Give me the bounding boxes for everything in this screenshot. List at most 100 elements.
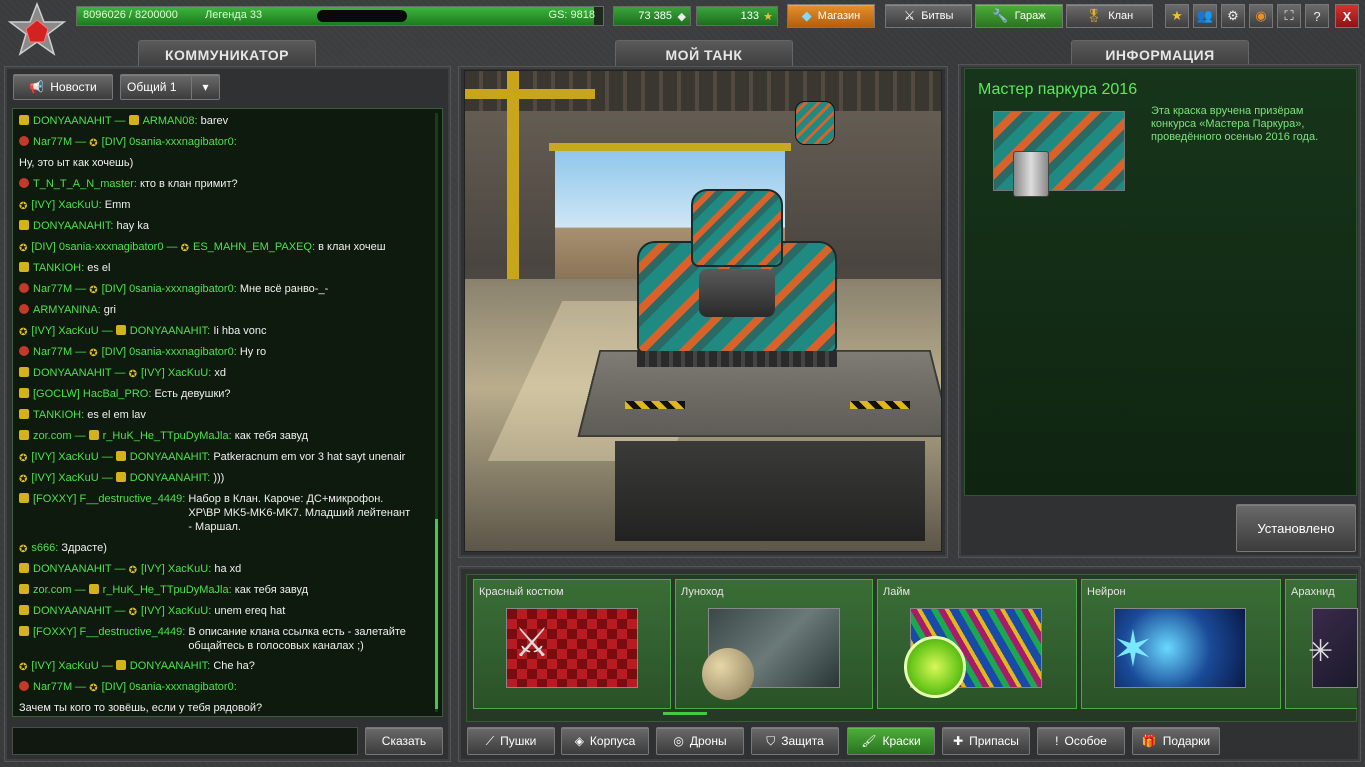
chat-sender[interactable]: [DIV] 0sania-xxxnagibator0 —	[31, 241, 177, 253]
rank-star-icon: ✪	[180, 243, 189, 254]
close-button[interactable]: X	[1335, 4, 1359, 28]
chat-message: TANKIOH: es el em lav	[19, 408, 431, 422]
paint-card-red-suit[interactable]: Красный костюм ⚔	[473, 579, 671, 709]
chat-sender[interactable]: [IVY] XacKuU —	[31, 325, 112, 337]
chat-recipient[interactable]: DONYAANAHIT:	[130, 472, 210, 484]
chat-text: в клан хочеш	[318, 241, 386, 253]
chat-recipient[interactable]: [DIV] 0sania-xxxnagibator0:	[102, 346, 237, 358]
diamond-icon: ◆	[801, 8, 812, 23]
help-icon[interactable]: ?	[1305, 4, 1329, 28]
paint-card-lunokhod[interactable]: Луноход	[675, 579, 873, 709]
chat-sender[interactable]: [GOCLW] HacBal_PRO:	[33, 388, 151, 400]
chat-sender[interactable]: Nar77M —	[33, 681, 86, 693]
chat-text: unem ereq hat	[214, 605, 286, 617]
chat-text: xd	[214, 367, 226, 379]
rank-badge-icon	[19, 605, 29, 615]
chat-recipient[interactable]: [IVY] XacKuU:	[141, 563, 211, 575]
chat-sender[interactable]: s666:	[31, 542, 58, 554]
paint-card-arachnid[interactable]: Арахнид ✳	[1285, 579, 1358, 709]
chat-message: ✪ [IVY] XacKuU — DONYAANAHIT: Ii hba vonc	[19, 324, 431, 338]
clan-button[interactable]: 🎖 Клан	[1066, 4, 1153, 28]
category-paint-button[interactable]: 🖌 Краски	[847, 727, 935, 755]
chat-text: Есть девушки?	[154, 388, 231, 400]
rank-star-icon: ✪	[89, 348, 98, 359]
chat-recipient[interactable]: r_HuK_He_TTpuDyMaJla:	[103, 430, 232, 442]
rank-badge-icon	[128, 115, 139, 125]
category-supplies-button[interactable]: ✚ Припасы	[942, 727, 1030, 755]
chat-sender[interactable]: [IVY] XacKuU —	[31, 451, 112, 463]
friends-icon[interactable]: 👥	[1193, 4, 1217, 28]
chat-recipient[interactable]: ARMAN08:	[143, 115, 198, 127]
chat-recipient[interactable]: ES_MAHN_EM_PAXEQ:	[193, 241, 315, 253]
garage-button[interactable]: 🔧 Гараж	[975, 4, 1063, 28]
settings-gear-icon[interactable]: ⚙	[1221, 4, 1245, 28]
category-drone-button[interactable]: ◎ Дроны	[656, 727, 744, 755]
crystals-counter: 73 385 ◆	[613, 6, 691, 26]
installed-button[interactable]: Установлено	[1236, 504, 1356, 552]
chat-input[interactable]	[12, 727, 358, 755]
chat-sender[interactable]: ARMYANINA:	[33, 304, 101, 316]
wrench-icon: 🔧	[992, 8, 1009, 23]
chat-recipient[interactable]: DONYAANAHIT:	[130, 660, 210, 672]
chat-sender[interactable]: Nar77M —	[33, 346, 86, 358]
paint-card-lime[interactable]: Лайм	[877, 579, 1077, 709]
rank-emblem[interactable]	[4, 1, 70, 64]
achievements-star-icon[interactable]: ★	[1165, 4, 1189, 28]
chat-text: hay ka	[116, 220, 149, 232]
tank-preview[interactable]	[464, 70, 942, 552]
news-button[interactable]: 📢 Новости	[13, 74, 113, 100]
chat-sender[interactable]: zor.com —	[33, 584, 86, 596]
chat-sender[interactable]: [IVY] XacKuU:	[31, 199, 101, 211]
chat-text: Che ha?	[213, 660, 255, 672]
chat-message: ✪ [IVY] XacKuU — DONYAANAHIT: )))	[19, 471, 431, 485]
chat-sender[interactable]: DONYAANAHIT —	[33, 367, 126, 379]
chat-sender[interactable]: DONYAANAHIT:	[33, 220, 113, 232]
shop-button[interactable]: ◆ Магазин	[787, 4, 875, 28]
fullscreen-icon[interactable]: ⛶	[1277, 4, 1301, 28]
category-special-button[interactable]: ! Особое	[1037, 727, 1125, 755]
chat-sender[interactable]: Nar77M —	[33, 136, 86, 148]
chat-sender[interactable]: [FOXXY] F__destructive_4449:	[33, 626, 185, 638]
chat-sender[interactable]: [FOXXY] F__destructive_4449:	[33, 493, 185, 505]
chat-message: [GOCLW] HacBal_PRO: Есть девушки?	[19, 387, 431, 401]
chat-sender[interactable]: [IVY] XacKuU —	[31, 472, 112, 484]
list-scroll-indicator[interactable]	[663, 712, 707, 715]
chat-sender[interactable]: Nar77M —	[33, 283, 86, 295]
chat-recipient[interactable]: [DIV] 0sania-xxxnagibator0:	[102, 136, 237, 148]
chat-sender[interactable]: DONYAANAHIT —	[33, 563, 126, 575]
chat-recipient[interactable]: [IVY] XacKuU:	[141, 605, 211, 617]
chat-sender[interactable]: zor.com —	[33, 430, 86, 442]
experience-bar: 8096026 / 8200000 Легенда 33 GS: 9818	[76, 6, 604, 26]
category-shield-button[interactable]: ⛉ Защита	[751, 727, 839, 755]
chat-recipient[interactable]: DONYAANAHIT:	[130, 325, 210, 337]
chat-recipient[interactable]: [IVY] XacKuU:	[141, 367, 211, 379]
chat-text: Зачем ты кого то зовёшь, если у тебя ряд…	[19, 702, 263, 714]
category-gift-button[interactable]: 🎁 Подарки	[1132, 727, 1220, 755]
battles-button[interactable]: ⚔ Битвы	[885, 4, 972, 28]
paint-list[interactable]: Красный костюм ⚔ Луноход Лайм Нейрон ✶ А…	[466, 574, 1358, 722]
send-button[interactable]: Сказать	[365, 727, 443, 755]
category-gun-button[interactable]: ⟋ Пушки	[467, 727, 555, 755]
paint-card-neuron[interactable]: Нейрон ✶	[1081, 579, 1281, 709]
sound-icon[interactable]: ◉	[1249, 4, 1273, 28]
garage-label: Гараж	[1014, 10, 1046, 22]
chat-recipient[interactable]: [DIV] 0sania-xxxnagibator0:	[102, 283, 237, 295]
chat-recipient[interactable]: DONYAANAHIT:	[130, 451, 210, 463]
chat-sender[interactable]: T_N_T_A_N_master:	[33, 178, 137, 190]
chat-sender[interactable]: TANKIOH:	[33, 262, 84, 274]
chat-sender[interactable]: DONYAANAHIT —	[33, 115, 126, 127]
chat-sender[interactable]: [IVY] XacKuU —	[31, 660, 112, 672]
chat-sender[interactable]: TANKIOH:	[33, 409, 84, 421]
channel-select[interactable]: Общий 1 ▾	[120, 74, 220, 100]
chat-log[interactable]: DONYAANAHIT — ARMAN08: barev Nar77M — ✪ [D…	[12, 108, 443, 717]
chat-scrollbar-thumb[interactable]	[435, 519, 438, 709]
platform-base	[615, 441, 925, 541]
rank-badge-icon	[19, 563, 29, 573]
category-label: Защита	[781, 734, 824, 748]
category-hull-button[interactable]: ◈ Корпуса	[561, 727, 649, 755]
rank-badge-icon	[19, 584, 29, 594]
crossed-swords-icon: ⚔	[514, 621, 550, 665]
chat-recipient[interactable]: r_HuK_He_TTpuDyMaJla:	[103, 584, 232, 596]
chat-recipient[interactable]: [DIV] 0sania-xxxnagibator0:	[102, 681, 237, 693]
chat-sender[interactable]: DONYAANAHIT —	[33, 605, 126, 617]
